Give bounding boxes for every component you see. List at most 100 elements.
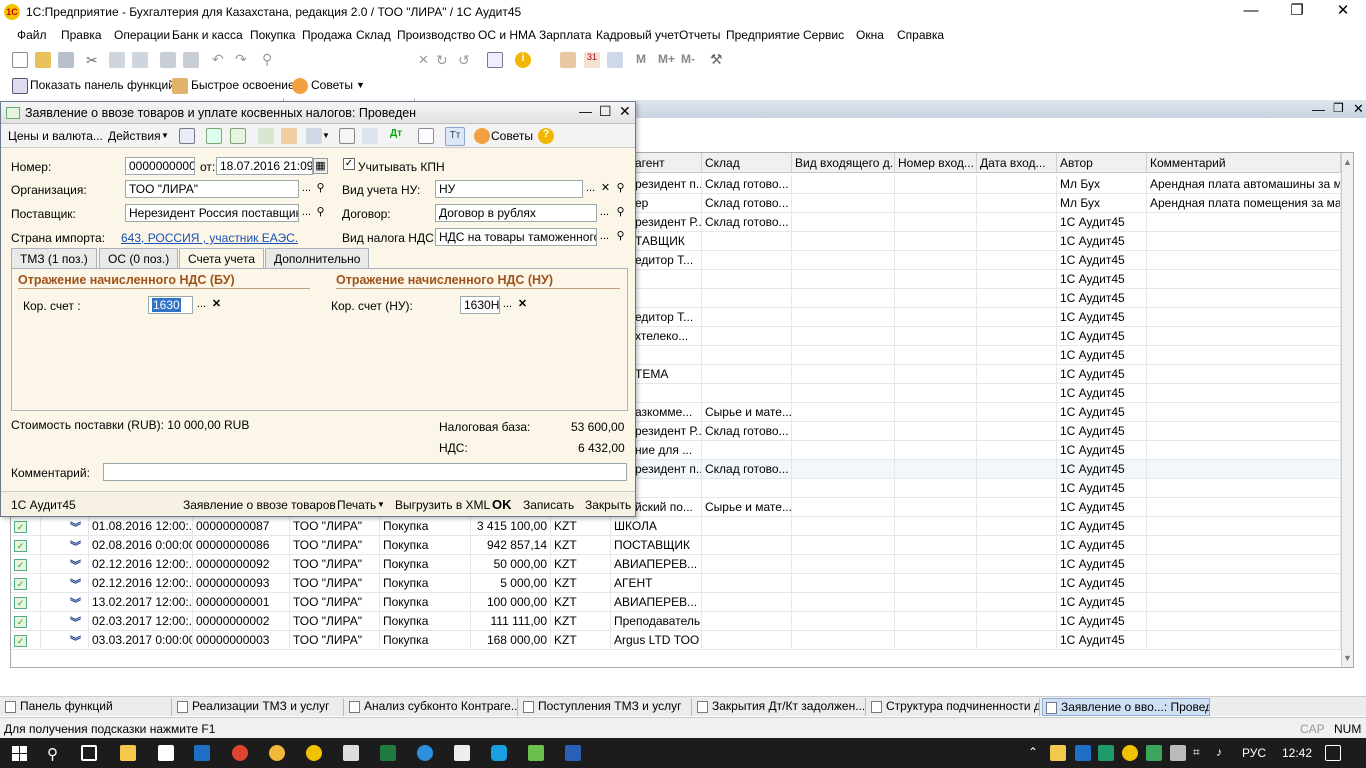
tax-accounting-clear-icon[interactable]: ✕ [598, 181, 613, 197]
vat-type-field[interactable]: НДС на товары таможенного с [435, 228, 597, 246]
quick-learn-button[interactable]: Быстрое освоение [191, 78, 295, 92]
tray-chevron-icon[interactable]: ⌃ [1028, 745, 1038, 759]
menu-salary[interactable]: Зарплата [539, 28, 592, 42]
menu-sales[interactable]: Продажа [302, 28, 352, 42]
notifications-icon[interactable] [1325, 745, 1341, 761]
chrome-icon[interactable] [232, 745, 248, 761]
tab-tmz[interactable]: ТМЗ (1 поз.) [11, 248, 97, 268]
table-row[interactable]: ✓ ︾ 02.12.2016 12:00:... 00000000093 ТОО "ЛИ… [11, 574, 1341, 593]
search-icon[interactable]: ⚲ [262, 51, 278, 67]
kor-bu-field[interactable]: 1630 [148, 296, 193, 314]
subordinate-icon[interactable] [362, 128, 378, 144]
comment-field[interactable] [103, 463, 627, 481]
prices-currency-button[interactable]: Цены и валюта... [8, 129, 103, 143]
go-to-dropdown-icon[interactable]: ▼ [322, 131, 330, 140]
kor-nu-field[interactable]: 1630Н [460, 296, 500, 314]
kor-bu-clear-icon[interactable]: ✕ [209, 297, 224, 313]
menu-edit[interactable]: Правка [61, 28, 102, 42]
1c-taskbar-icon[interactable] [306, 745, 322, 761]
calculator-taskbar-icon[interactable] [343, 745, 359, 761]
users-icon[interactable] [607, 52, 623, 68]
start-icon[interactable] [12, 746, 27, 761]
print-form-button[interactable]: Заявление о ввозе товаров [183, 498, 336, 512]
menu-help[interactable]: Справка [897, 28, 944, 42]
menu-bank[interactable]: Банк и касса [172, 28, 243, 42]
help-icon[interactable]: ? [538, 128, 554, 144]
list-minimize-button[interactable]: — [1312, 102, 1325, 117]
kor-nu-clear-icon[interactable]: ✕ [515, 297, 530, 313]
calendar-icon[interactable]: 31 [584, 52, 600, 68]
org-select-button[interactable]: ... [299, 181, 314, 197]
tips-button[interactable]: Советы [311, 78, 353, 92]
kor-bu-select-button[interactable]: ... [194, 297, 209, 313]
table-row[interactable]: ✓ ︾ 03.03.2017 0:00:00 00000000003 ТОО "ЛИРА… [11, 631, 1341, 650]
window-tab-structure[interactable]: Структура подчиненности д... [868, 698, 1040, 716]
tray-clock[interactable]: 12:42 [1282, 746, 1312, 760]
export-xml-button[interactable]: Выгрузить в XML [395, 498, 490, 512]
col-counterparty[interactable]: агент [632, 153, 702, 173]
cut-icon[interactable]: ✂ [86, 52, 102, 68]
window-tab-subconto[interactable]: Анализ субконто Контраге... [346, 698, 518, 716]
org-field[interactable]: ТОО "ЛИРА" [125, 180, 299, 198]
col-incoming-number[interactable]: Номер вход... [895, 153, 977, 173]
tips-dropdown-icon[interactable]: ▼ [356, 80, 365, 90]
menu-enterprise[interactable]: Предприятие [726, 28, 800, 42]
preview-icon[interactable] [183, 52, 199, 68]
table-row[interactable]: ✓ ︾ 01.08.2016 12:00:... 00000000087 ТОО "ЛИ… [11, 517, 1341, 536]
fill-icon[interactable] [258, 128, 274, 144]
store-icon[interactable] [158, 745, 174, 761]
task-view-icon[interactable] [81, 745, 97, 761]
tray-language[interactable]: РУС [1242, 746, 1266, 760]
find-next-icon[interactable]: ↻ [436, 52, 452, 68]
save-icon[interactable] [58, 52, 74, 68]
memory-minus-icon[interactable]: M- [681, 52, 705, 68]
app-icon[interactable] [269, 745, 285, 761]
tray-network-icon[interactable]: ⌗ [1193, 745, 1209, 761]
col-author[interactable]: Автор [1057, 153, 1147, 173]
table-row[interactable]: ✓ ︾ 02.08.2016 0:00:00 00000000086 ТОО "ЛИРА… [11, 536, 1341, 555]
go-to-icon[interactable] [306, 128, 322, 144]
org-search-icon[interactable]: ⚲ [313, 181, 328, 197]
post-doc-icon[interactable] [179, 128, 195, 144]
horizontal-scrollbar[interactable] [11, 667, 1341, 668]
tab-accounts[interactable]: Счета учета [179, 248, 264, 269]
tray-volume-icon[interactable]: ♪ [1216, 745, 1232, 761]
calculator-icon[interactable] [560, 52, 576, 68]
dialog-minimize-button[interactable]: — [579, 104, 592, 119]
scroll-down-icon[interactable]: ▼ [1343, 653, 1352, 663]
dt-kt-icon[interactable]: Дт [390, 128, 406, 144]
menu-file[interactable]: Файл [17, 28, 47, 42]
tab-os[interactable]: ОС (0 поз.) [99, 248, 179, 268]
tray-plus-icon[interactable] [1122, 745, 1138, 761]
refresh-icon[interactable] [206, 128, 222, 144]
report-icon[interactable] [418, 128, 434, 144]
col-warehouse[interactable]: Склад [702, 153, 792, 173]
minimize-button[interactable]: — [1228, 0, 1274, 24]
kpn-checkbox[interactable]: ✓ [343, 158, 355, 170]
list-close-button[interactable]: ✕ [1353, 101, 1364, 117]
table-row[interactable]: ✓ ︾ 02.03.2017 12:00:... 00000000002 ТОО "ЛИ… [11, 612, 1341, 631]
col-incoming-doc-type[interactable]: Вид входящего д... [792, 153, 895, 173]
vat-type-select-button[interactable]: ... [597, 229, 612, 245]
supplier-select-button[interactable]: ... [299, 205, 314, 221]
tray-drive-icon[interactable] [1146, 745, 1162, 761]
menu-fixed-assets[interactable]: ОС и НМА [478, 28, 536, 42]
memory-m-icon[interactable]: M [636, 52, 652, 68]
tray-battery-icon[interactable] [1170, 745, 1186, 761]
menu-hr[interactable]: Кадровый учет [596, 28, 679, 42]
window-tab-import-statement[interactable]: Заявление о вво...: Проведен [1042, 698, 1210, 716]
clear-search-icon[interactable]: ✕ [418, 52, 434, 68]
menu-service[interactable]: Сервис [803, 28, 844, 42]
tab-additional[interactable]: Дополнительно [265, 248, 370, 268]
green-app-icon[interactable] [528, 745, 544, 761]
print-icon[interactable] [160, 52, 176, 68]
copy-doc-icon[interactable] [230, 128, 246, 144]
dialog-tips-button[interactable]: Советы [491, 129, 533, 143]
outlook-icon[interactable] [194, 745, 210, 761]
excel-icon[interactable] [380, 745, 396, 761]
ok-button[interactable]: OK [492, 497, 512, 512]
search-taskbar-icon[interactable]: ⚲ [47, 745, 63, 763]
scroll-up-icon[interactable]: ▲ [1343, 157, 1352, 167]
close-button[interactable]: ✕ [1320, 0, 1366, 24]
window-tab-functions-panel[interactable]: Панель функций [2, 698, 172, 716]
